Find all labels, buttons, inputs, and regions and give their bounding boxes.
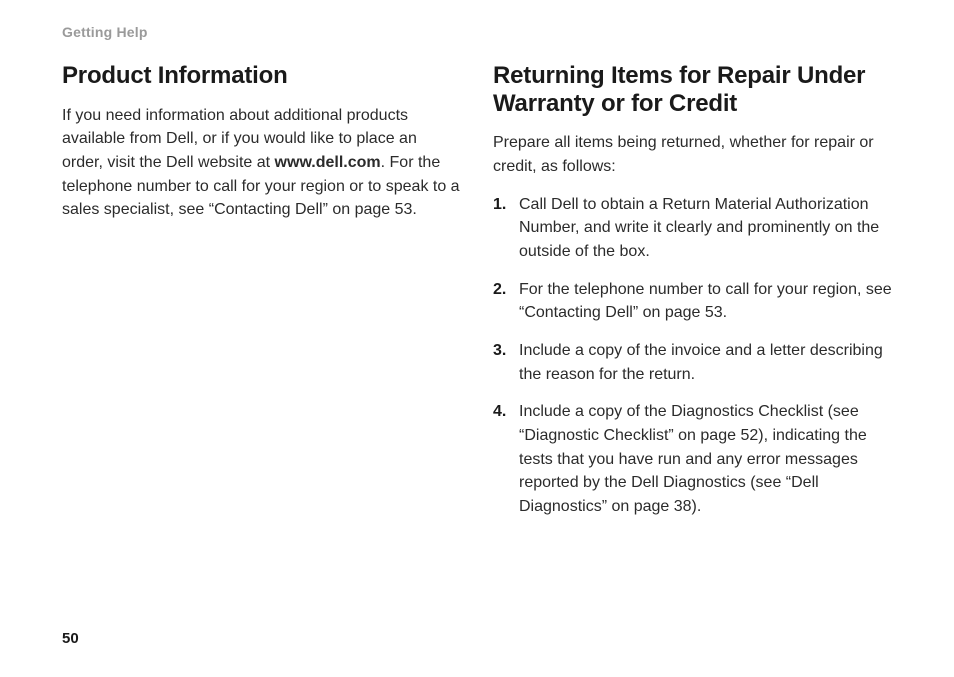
content-columns: Product Information If you need informat…: [62, 62, 892, 533]
heading-returning-items: Returning Items for Repair Under Warrant…: [493, 62, 892, 117]
step-item: For the telephone number to call for you…: [515, 278, 892, 325]
page-number: 50: [62, 630, 79, 647]
page: Getting Help Product Information If you …: [0, 0, 954, 677]
product-info-paragraph: If you need information about additional…: [62, 104, 461, 222]
step-item: Include a copy of the invoice and a lett…: [515, 339, 892, 386]
returning-items-steps: Call Dell to obtain a Return Material Au…: [493, 193, 892, 519]
returning-items-intro: Prepare all items being returned, whethe…: [493, 131, 892, 178]
step-item: Include a copy of the Diagnostics Checkl…: [515, 400, 892, 518]
left-column: Product Information If you need informat…: [62, 62, 461, 533]
running-head: Getting Help: [62, 24, 892, 40]
heading-product-information: Product Information: [62, 62, 461, 90]
product-info-url: www.dell.com: [275, 154, 381, 171]
step-item: Call Dell to obtain a Return Material Au…: [515, 193, 892, 264]
right-column: Returning Items for Repair Under Warrant…: [493, 62, 892, 533]
